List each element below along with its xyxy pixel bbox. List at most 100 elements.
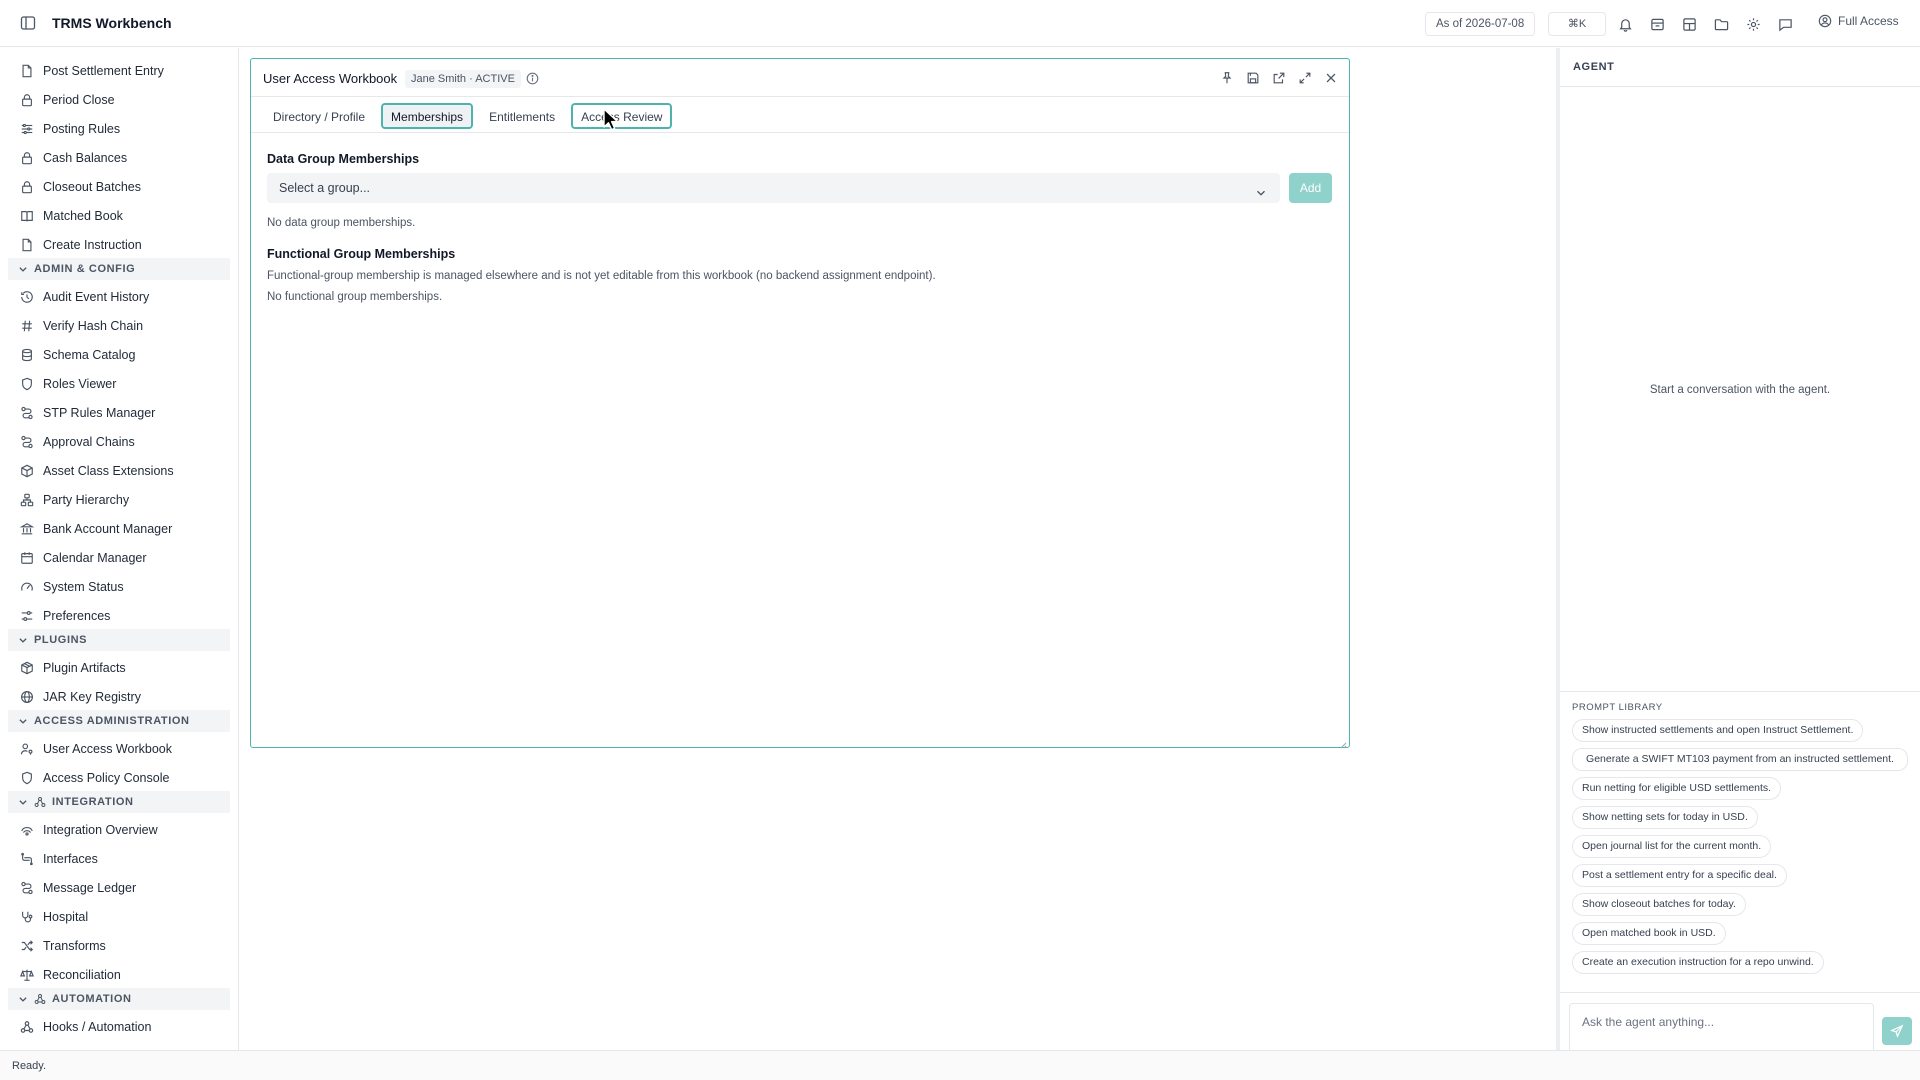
agent-input-area: Ask the agent anything...: [1560, 992, 1920, 1053]
sidebar-item-interfaces[interactable]: Interfaces: [20, 846, 230, 872]
group-select-value: Select a group...: [279, 181, 371, 195]
sidebar-section-automation[interactable]: AUTOMATION: [8, 988, 230, 1010]
prompt-chip[interactable]: Post a settlement entry for a specific d…: [1572, 864, 1787, 887]
layout-icon[interactable]: [1679, 14, 1699, 34]
sidebar-item-label: Hooks / Automation: [43, 1020, 152, 1034]
agent-panel: AGENT Start a conversation with the agen…: [1560, 48, 1920, 1053]
agent-title: AGENT: [1560, 48, 1920, 87]
sidebar-item-create-instruction[interactable]: Create Instruction: [20, 232, 230, 258]
top-bar: TRMS Workbench As of 2026-07-08 ⌘K Full …: [0, 0, 1920, 47]
route-icon: [20, 881, 34, 895]
resize-handle[interactable]: [1339, 737, 1347, 749]
sidebar-item-preferences[interactable]: Preferences: [20, 603, 230, 629]
sidebar-section-admin-config[interactable]: ADMIN & CONFIG: [8, 258, 230, 280]
sidebar-item-plugin-artifacts[interactable]: Plugin Artifacts: [20, 655, 230, 681]
cube-icon: [20, 464, 34, 478]
sidebar-item-cash-balances[interactable]: Cash Balances: [20, 145, 230, 171]
chevron-down-icon: [1254, 181, 1268, 211]
prompt-chip[interactable]: Generate a SWIFT MT103 payment from an i…: [1572, 748, 1908, 771]
bank-icon: [20, 522, 34, 536]
sidebar-item-verify-hash-chain[interactable]: Verify Hash Chain: [20, 313, 230, 339]
tab-entitlements[interactable]: Entitlements: [479, 103, 565, 129]
save-icon[interactable]: [1245, 70, 1261, 86]
sidebar-item-posting-rules[interactable]: Posting Rules: [20, 116, 230, 142]
sidebar-item-label: Matched Book: [43, 209, 123, 223]
sidebar-item-integration-overview[interactable]: Integration Overview: [20, 817, 230, 843]
close-icon[interactable]: [1323, 70, 1339, 86]
status-text: Ready.: [12, 1060, 47, 1072]
sidebar-section-plugins[interactable]: PLUGINS: [8, 629, 230, 651]
command-palette-button[interactable]: ⌘K: [1548, 12, 1606, 36]
sidebar-item-label: STP Rules Manager: [43, 406, 156, 420]
maximize-icon[interactable]: [1297, 70, 1313, 86]
prompt-chip[interactable]: Run netting for eligible USD settlements…: [1572, 777, 1782, 800]
prompt-library: PROMPT LIBRARY Show instructed settlemen…: [1560, 691, 1920, 980]
group-select[interactable]: Select a group...: [267, 173, 1280, 203]
sidebar-item-matched-book[interactable]: Matched Book: [20, 203, 230, 229]
sidebar-section-label: AUTOMATION: [52, 993, 132, 1005]
prompt-chip[interactable]: Show closeout batches for today.: [1572, 893, 1746, 916]
sidebar-item-bank-account-manager[interactable]: Bank Account Manager: [20, 516, 230, 542]
sidebar-item-stp-rules-manager[interactable]: STP Rules Manager: [20, 400, 230, 426]
data-group-memberships-title: Data Group Memberships: [267, 152, 420, 166]
sidebar-item-period-close[interactable]: Period Close: [20, 87, 230, 113]
archive-icon[interactable]: [1647, 14, 1667, 34]
sidebar-item-label: Transforms: [43, 939, 106, 953]
sidebar-item-reconciliation[interactable]: Reconciliation: [20, 962, 230, 988]
external-link-icon[interactable]: [1271, 70, 1287, 86]
sidebar-item-message-ledger[interactable]: Message Ledger: [20, 875, 230, 901]
sidebar-item-hospital[interactable]: Hospital: [20, 904, 230, 930]
agent-input-placeholder: Ask the agent anything...: [1582, 1015, 1715, 1029]
tab-directory-profile[interactable]: Directory / Profile: [263, 103, 375, 129]
status-bar: Ready.: [0, 1050, 1920, 1080]
sidebar-item-roles-viewer[interactable]: Roles Viewer: [20, 371, 230, 397]
shuffle-icon: [20, 939, 34, 953]
sidebar-item-label: Message Ledger: [43, 881, 137, 895]
sidebar-section-access-administration[interactable]: ACCESS ADMINISTRATION: [8, 710, 230, 732]
tab-memberships[interactable]: Memberships: [381, 103, 474, 129]
sidebar-item-party-hierarchy[interactable]: Party Hierarchy: [20, 487, 230, 513]
sidebar-item-closeout-batches[interactable]: Closeout Batches: [20, 174, 230, 200]
sidebar-item-schema-catalog[interactable]: Schema Catalog: [20, 342, 230, 368]
pin-icon[interactable]: [1219, 70, 1235, 86]
sidebar-item-approval-chains[interactable]: Approval Chains: [20, 429, 230, 455]
prompt-chip[interactable]: Show instructed settlements and open Ins…: [1572, 719, 1864, 742]
folder-icon[interactable]: [1711, 14, 1731, 34]
add-group-button[interactable]: Add: [1289, 173, 1332, 203]
sidebar-item-asset-class-extensions[interactable]: Asset Class Extensions: [20, 458, 230, 484]
agent-input[interactable]: Ask the agent anything...: [1569, 1003, 1874, 1053]
sidebar-item-label: Asset Class Extensions: [43, 464, 174, 478]
chevron-down-icon: [18, 994, 28, 1004]
automation-section-icon: [34, 994, 46, 1004]
send-button[interactable]: [1882, 1017, 1912, 1045]
functional-group-empty-text: No functional group memberships.: [267, 291, 443, 303]
sidebar-item-user-access-workbook[interactable]: User Access Workbook: [20, 736, 230, 762]
sidebar-item-system-status[interactable]: System Status: [20, 574, 230, 600]
sidebar-toggle-icon[interactable]: [20, 15, 36, 31]
access-level[interactable]: Full Access: [1818, 14, 1899, 28]
sidebar-item-calendar-manager[interactable]: Calendar Manager: [20, 545, 230, 571]
prompt-chip[interactable]: Open journal list for the current month.: [1572, 835, 1772, 858]
gear-icon[interactable]: [1743, 14, 1763, 34]
chat-icon[interactable]: [1775, 14, 1795, 34]
app-title: TRMS Workbench: [52, 15, 172, 31]
sidebar-section-integration[interactable]: INTEGRATION: [8, 791, 230, 813]
sidebar-item-hooks-automation[interactable]: Hooks / Automation: [20, 1014, 230, 1040]
prompt-chip[interactable]: Open matched book in USD.: [1572, 922, 1726, 945]
sidebar-item-audit-event-history[interactable]: Audit Event History: [20, 284, 230, 310]
document-icon: [20, 64, 34, 78]
sidebar-item-label: Access Policy Console: [43, 771, 170, 785]
bell-icon[interactable]: [1615, 14, 1635, 34]
webhook-icon: [20, 1020, 34, 1034]
prompt-chip[interactable]: Show netting sets for today in USD.: [1572, 806, 1758, 829]
chevron-down-icon: [18, 264, 28, 274]
sidebar-item-transforms[interactable]: Transforms: [20, 933, 230, 959]
sidebar-item-access-policy-console[interactable]: Access Policy Console: [20, 765, 230, 791]
prompt-chip[interactable]: Create an execution instruction for a re…: [1572, 951, 1824, 974]
sidebar-item-jar-key-registry[interactable]: JAR Key Registry: [20, 684, 230, 710]
sidebar-item-label: Calendar Manager: [43, 551, 147, 565]
info-icon[interactable]: [526, 72, 539, 88]
as-of-date-button[interactable]: As of 2026-07-08: [1425, 12, 1536, 36]
tab-access-review[interactable]: Access Review: [571, 103, 673, 129]
sidebar-item-post-settlement-entry[interactable]: Post Settlement Entry: [20, 58, 230, 84]
